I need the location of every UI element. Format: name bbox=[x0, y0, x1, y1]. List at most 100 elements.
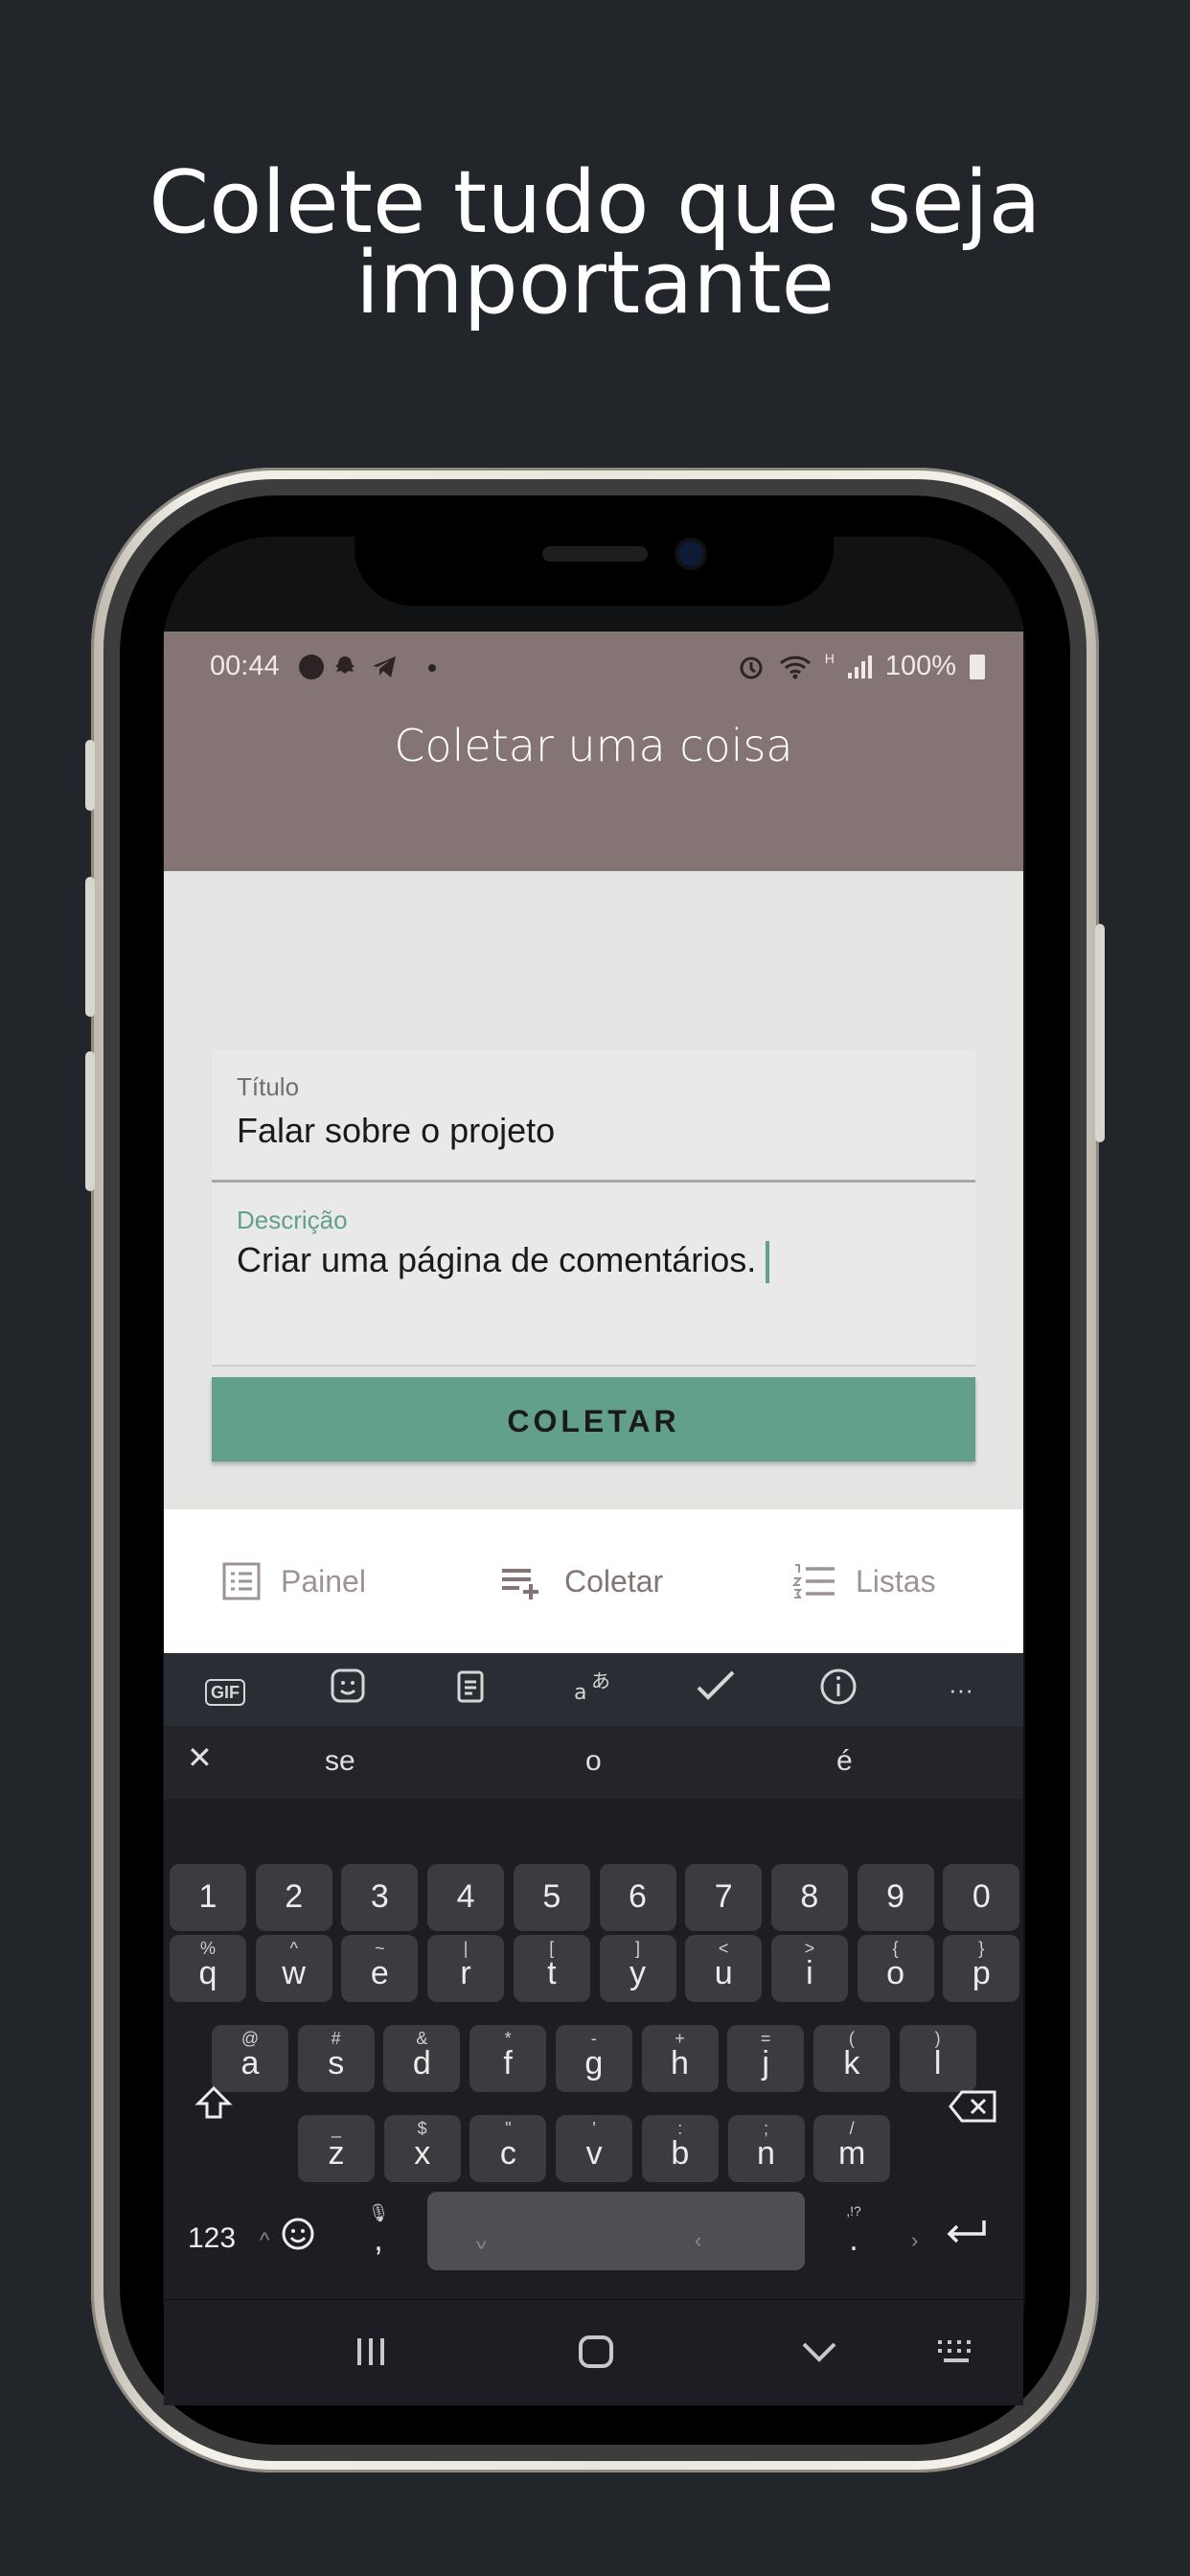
key-row2-5[interactable]: + h bbox=[641, 2025, 719, 2092]
key-row1-4[interactable]: [t bbox=[513, 1935, 590, 2002]
more-notifications-dot-icon bbox=[428, 664, 436, 672]
key-label: 4 bbox=[456, 1878, 475, 1915]
phone-volume-up bbox=[85, 877, 95, 1017]
phone-mute-switch bbox=[85, 740, 95, 811]
key-label: 3 bbox=[370, 1878, 389, 1915]
key-num-8[interactable]: 9 bbox=[857, 1864, 934, 1931]
backspace-key[interactable] bbox=[935, 2067, 1012, 2144]
key-row1-0[interactable]: % q bbox=[170, 1935, 246, 2002]
more-icon[interactable]: ··· bbox=[938, 1667, 984, 1713]
key-row3-4[interactable]: :b bbox=[641, 2115, 719, 2182]
nav-item-listas[interactable]: Listas bbox=[792, 1509, 936, 1653]
shift-key[interactable] bbox=[175, 2067, 252, 2144]
cursor-up-icon[interactable]: ^ bbox=[260, 2228, 269, 2253]
title-field-label: Título bbox=[237, 1072, 300, 1101]
key-row2-4[interactable]: -g bbox=[555, 2025, 632, 2092]
recent-apps-icon[interactable] bbox=[354, 2336, 388, 2367]
key-label: n bbox=[757, 2135, 775, 2172]
collapse-suggestions-icon[interactable]: ✕ bbox=[187, 1739, 213, 1776]
suggestion-2[interactable]: o bbox=[585, 1745, 602, 1778]
suggestion-1[interactable]: se bbox=[325, 1745, 355, 1778]
key-label: 9 bbox=[886, 1878, 905, 1915]
key-num-9[interactable]: 0 bbox=[943, 1864, 1020, 1931]
title-field[interactable]: Título Falar sobre o projeto bbox=[212, 1049, 975, 1183]
description-field[interactable]: Descrição Criar uma página de comentário… bbox=[212, 1183, 975, 1367]
key-row1-3[interactable]: | r bbox=[427, 1935, 505, 2002]
key-label: i bbox=[806, 1955, 813, 1991]
clipboard-icon[interactable] bbox=[447, 1667, 493, 1713]
key-row3-5[interactable]: ; n bbox=[727, 2115, 805, 2182]
collect-button[interactable]: COLETAR bbox=[212, 1377, 975, 1461]
key-row3-3[interactable]: ' v bbox=[556, 2115, 633, 2182]
list-numbered-icon bbox=[792, 1564, 835, 1598]
key-row3-0[interactable]: _ z bbox=[298, 2115, 375, 2182]
earpiece-speaker bbox=[542, 546, 648, 562]
key-row1-1[interactable]: ^ w bbox=[255, 1935, 332, 2002]
key-row1-7[interactable]: > i bbox=[770, 1935, 848, 2002]
info-icon[interactable] bbox=[815, 1667, 861, 1713]
cursor-right-icon[interactable]: › bbox=[911, 2228, 918, 2253]
wifi-icon bbox=[779, 656, 811, 678]
key-num-2[interactable]: 3 bbox=[341, 1864, 419, 1931]
key-row1-6[interactable]: < u bbox=[685, 1935, 763, 2002]
status-indicators: H 100% bbox=[737, 651, 985, 682]
cursor-down-icon[interactable]: ^ bbox=[476, 2228, 486, 2253]
bottom-navigation: Painel Coletar Listas bbox=[164, 1509, 1023, 1653]
key-num-5[interactable]: 6 bbox=[599, 1864, 676, 1931]
translate-icon[interactable]: aあ bbox=[570, 1667, 616, 1713]
key-row3-6[interactable]: / m bbox=[813, 2115, 891, 2182]
signal-icon bbox=[847, 655, 872, 678]
key-row2-2[interactable]: & d bbox=[383, 2025, 461, 2092]
key-row2-1[interactable]: # s bbox=[297, 2025, 375, 2092]
key-label: z bbox=[328, 2135, 345, 2172]
snapchat-icon bbox=[332, 655, 357, 679]
key-row1-2[interactable]: ~ e bbox=[341, 1935, 419, 2002]
key-row1-9[interactable]: } p bbox=[943, 1935, 1020, 2002]
nav-item-label: Listas bbox=[856, 1563, 936, 1598]
key-num-3[interactable]: 4 bbox=[427, 1864, 505, 1931]
nav-item-coletar[interactable]: Coletar bbox=[499, 1509, 663, 1653]
front-camera bbox=[678, 541, 703, 566]
key-row2-6[interactable]: = j bbox=[727, 2025, 805, 2092]
key-row3-1[interactable]: $ x bbox=[383, 2115, 461, 2182]
gif-button[interactable]: GIF bbox=[202, 1667, 248, 1713]
nav-item-painel[interactable]: Painel bbox=[221, 1509, 366, 1653]
key-row1-5[interactable]: ] y bbox=[599, 1935, 676, 2002]
key-label: 1 bbox=[198, 1878, 217, 1915]
key-row3-2[interactable]: " c bbox=[469, 2115, 547, 2182]
sticker-icon[interactable] bbox=[325, 1667, 371, 1713]
key-num-0[interactable]: 1 bbox=[170, 1864, 246, 1931]
suggestion-3[interactable]: é bbox=[836, 1745, 853, 1778]
hide-keyboard-icon[interactable] bbox=[800, 2338, 838, 2365]
key-label: 6 bbox=[629, 1878, 647, 1915]
keyboard: GIF aあ ··· ✕ se o é 1 2 3 4 5 6 7 8 9 0% q ^ w ~ e | r[t… bbox=[164, 1653, 1023, 2299]
page-title: Coletar uma coisa bbox=[394, 720, 793, 771]
key-label: w bbox=[282, 1955, 306, 1991]
key-num-7[interactable]: 8 bbox=[770, 1864, 848, 1931]
key-num-6[interactable]: 7 bbox=[685, 1864, 763, 1931]
svg-text:a: a bbox=[574, 1681, 586, 1705]
key-row1-8[interactable]: {o bbox=[857, 1935, 934, 2002]
key-row2-3[interactable]: * f bbox=[469, 2025, 547, 2092]
emoji-key[interactable] bbox=[260, 2196, 336, 2272]
key-label: k bbox=[843, 2045, 860, 2082]
enter-key[interactable] bbox=[923, 2196, 1009, 2272]
status-time: 00:44 bbox=[210, 651, 280, 681]
key-label: 0 bbox=[972, 1878, 991, 1915]
key-label: h bbox=[671, 2045, 689, 2082]
numeric-switch-key[interactable]: 123 bbox=[173, 2196, 250, 2272]
spellcheck-icon[interactable] bbox=[693, 1667, 739, 1713]
key-label: 7 bbox=[714, 1878, 733, 1915]
key-num-4[interactable]: 5 bbox=[513, 1864, 590, 1931]
home-icon[interactable] bbox=[578, 2334, 614, 2369]
period-key[interactable]: ,!?. bbox=[815, 2196, 892, 2272]
cursor-left-icon[interactable]: ‹ bbox=[695, 2228, 701, 2253]
keyboard-switch-icon[interactable] bbox=[934, 2338, 978, 2365]
text-cursor bbox=[766, 1241, 770, 1284]
key-row2-7[interactable]: (k bbox=[812, 2025, 890, 2092]
shift-icon bbox=[195, 2085, 233, 2119]
key-label: e bbox=[370, 1955, 389, 1991]
key-num-1[interactable]: 2 bbox=[255, 1864, 332, 1931]
comma-key[interactable]: 🎙, bbox=[340, 2196, 417, 2272]
backspace-icon bbox=[949, 2090, 996, 2123]
